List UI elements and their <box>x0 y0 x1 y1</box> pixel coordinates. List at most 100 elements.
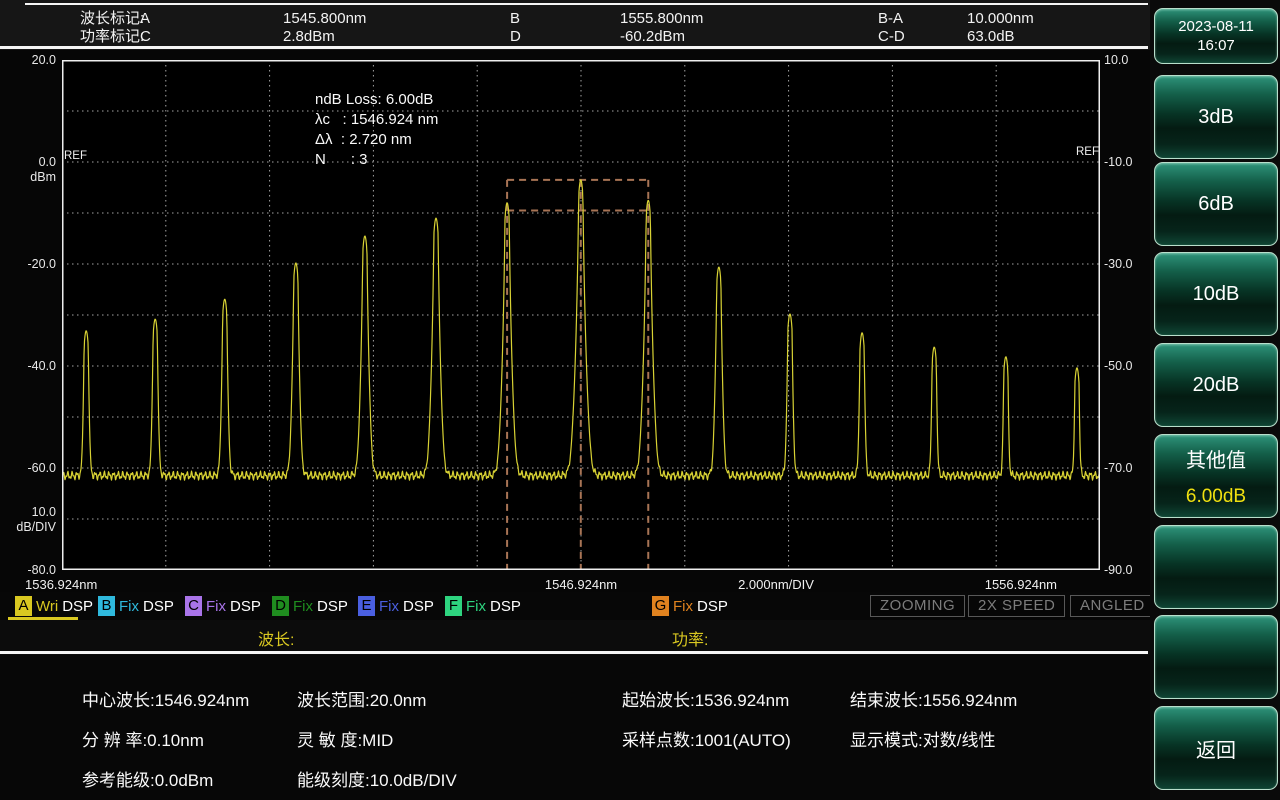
y-axis-left-unit-label: dBm <box>30 170 56 184</box>
angled-status-button[interactable]: ANGLED <box>1070 595 1155 617</box>
softkey-blank-6[interactable] <box>1154 615 1278 699</box>
datetime-button[interactable]: 2023-08-11 16:07 <box>1154 8 1278 64</box>
trace-mode-label: Fix <box>293 597 313 615</box>
y-axis-right-tick-label: 10.0 <box>1104 52 1129 67</box>
y-axis-left-tick-label: -80.0 <box>27 562 57 577</box>
power-section-label: 功率: <box>672 632 709 649</box>
trace-mode-label: Fix <box>379 597 399 615</box>
marker1-id: C <box>140 28 151 45</box>
spectrum-chart <box>62 60 1100 570</box>
parameter-readout: 分 辨 率:0.10nm <box>82 731 204 750</box>
trace-legend-row: A Wri DSP B Fix DSP C Fix DSP D Fix DSP E Fix DSP F Fix D… <box>0 592 1155 620</box>
softkey-label: 3dB <box>1198 105 1234 128</box>
parameter-readout: 起始波长:1536.924nm <box>622 691 790 710</box>
marker2-value: -60.2dBm <box>620 28 686 45</box>
softkey-label: 返回 <box>1196 739 1236 762</box>
marker-bar-separator <box>0 46 1148 49</box>
marker-type-label: 波长标记: <box>80 10 145 27</box>
x-axis-tick-label: 2.000nm/DIV <box>738 577 814 592</box>
y-axis-right-tick-label: -90.0 <box>1104 562 1133 577</box>
marker-diff-id: C-D <box>878 28 905 45</box>
trace-letter-badge: F <box>445 596 462 616</box>
softkey-返回[interactable]: 返回 <box>1154 706 1278 790</box>
ref-marker-left: REF <box>64 150 87 162</box>
trace-dsp-label: DSP <box>230 597 261 615</box>
zooming-status-button[interactable]: ZOOMING <box>870 595 966 617</box>
trace-mode-label: Fix <box>673 597 693 615</box>
parameter-readout: 能级刻度:10.0dB/DIV <box>297 771 457 790</box>
trace-select-d[interactable]: D Fix DSP <box>272 594 348 618</box>
marker1-id: A <box>140 10 151 27</box>
trace-mode-label: Fix <box>119 597 139 615</box>
marker-type-label: 功率标记: <box>80 28 145 45</box>
y-axis-right-tick-label: -50.0 <box>1104 358 1133 373</box>
x-axis-tick-label: 1556.924nm <box>984 577 1057 592</box>
trace-letter-badge: A <box>15 596 32 616</box>
marker-bar: 波长标记: A 1545.800nm B 1555.800nm B-A 10.000nm 功率… <box>0 0 1151 50</box>
marker2-id: D <box>510 28 521 45</box>
softkey-其他值[interactable]: 其他值 6.00dB <box>1154 434 1278 518</box>
annotation-line: λc : 1546.924 nm <box>315 111 439 128</box>
y-axis-left-tick-label: -40.0 <box>27 358 57 373</box>
trace-letter-badge: D <box>272 596 289 616</box>
annotation-line: ndB Loss: 6.00dB <box>315 91 434 108</box>
parameter-readout: 灵 敏 度:MID <box>297 731 394 750</box>
trace-dsp-label: DSP <box>143 597 174 615</box>
softkey-label: 其他值 <box>1186 450 1246 472</box>
spectrum-plot-region: 20.0 0.0 -20.0 -40.0 -60.0 -80.0 dBm 10.0 dB/DIV… <box>0 50 1151 620</box>
trace-select-c[interactable]: C Fix DSP <box>185 594 261 618</box>
marker-diff-value: 10.000nm <box>967 10 1034 27</box>
trace-select-a[interactable]: A Wri DSP <box>15 594 93 618</box>
time-text: 16:07 <box>1197 37 1235 54</box>
parameter-readout: 波长范围:20.0nm <box>297 691 427 710</box>
trace-letter-badge: B <box>98 596 115 616</box>
y-axis-right-tick-label: -30.0 <box>1104 256 1133 271</box>
softkey-blank-5[interactable] <box>1154 525 1278 609</box>
trace-dsp-label: DSP <box>62 597 94 615</box>
softkey-sidebar: 2023-08-11 16:07 3dB 6dB 10dB 20dB 其他值 6.00dB… <box>1150 0 1280 800</box>
softkey-6db[interactable]: 6dB <box>1154 162 1278 246</box>
softkey-3db[interactable]: 3dB <box>1154 75 1278 159</box>
marker1-value: 1545.800nm <box>283 10 367 27</box>
softkey-label: 6dB <box>1198 192 1234 215</box>
parameter-readout: 显示模式:对数/线性 <box>850 731 996 750</box>
y-axis-left-tick-label: -60.0 <box>27 460 57 475</box>
softkey-label: 20dB <box>1192 373 1240 396</box>
wavelength-section-label: 波长: <box>258 632 295 649</box>
x-axis-tick-label: 1536.924nm <box>25 577 98 592</box>
softkey-label: 10dB <box>1192 282 1240 305</box>
y-axis-left-tick-label: -20.0 <box>27 256 57 271</box>
softkey-10db[interactable]: 10dB <box>1154 252 1278 336</box>
y-axis-left-tick-label: 0.0 <box>38 154 56 169</box>
x-axis-tick-label: 1546.924nm <box>544 577 618 592</box>
parameter-readout: 采样点数:1001(AUTO) <box>622 731 791 750</box>
trace-dsp-label: DSP <box>697 597 728 615</box>
trace-letter-badge: E <box>358 596 375 616</box>
annotation-line: N : 3 <box>315 151 368 168</box>
section-separator-line <box>0 651 1148 654</box>
y-axis-left-tick-label: 20.0 <box>31 52 56 67</box>
parameter-readout: 参考能级:0.0dBm <box>82 771 214 790</box>
y-axis-scale-label: 10.0 <box>31 505 56 519</box>
trace-dsp-label: DSP <box>490 597 521 615</box>
trace-mode-label: Fix <box>206 597 226 615</box>
y-axis-scale-label: dB/DIV <box>16 520 56 534</box>
trace-letter-badge: G <box>652 596 669 616</box>
section-header-band: 波长: 功率: <box>0 620 1151 655</box>
marker2-id: B <box>510 10 521 27</box>
y-axis-right-tick-label: -70.0 <box>1104 460 1133 475</box>
trace-select-f[interactable]: F Fix DSP <box>445 594 521 618</box>
ref-marker-right: REF <box>1076 146 1099 158</box>
annotation-line: Δλ : 2.720 nm <box>315 131 412 148</box>
trace-select-e[interactable]: E Fix DSP <box>358 594 434 618</box>
softkey-20db[interactable]: 20dB <box>1154 343 1278 427</box>
softkey-value: 6.00dB <box>1185 486 1247 507</box>
trace-select-g[interactable]: G Fix DSP <box>652 594 728 618</box>
date-text: 2023-08-11 <box>1178 18 1254 35</box>
trace-select-b[interactable]: B Fix DSP <box>98 594 174 618</box>
trace-mode-label: Fix <box>466 597 486 615</box>
trace-dsp-label: DSP <box>317 597 348 615</box>
speed-status-button[interactable]: 2X SPEED <box>968 595 1066 617</box>
parameter-readout: 中心波长:1546.924nm <box>82 691 250 710</box>
marker-diff-id: B-A <box>878 10 904 27</box>
